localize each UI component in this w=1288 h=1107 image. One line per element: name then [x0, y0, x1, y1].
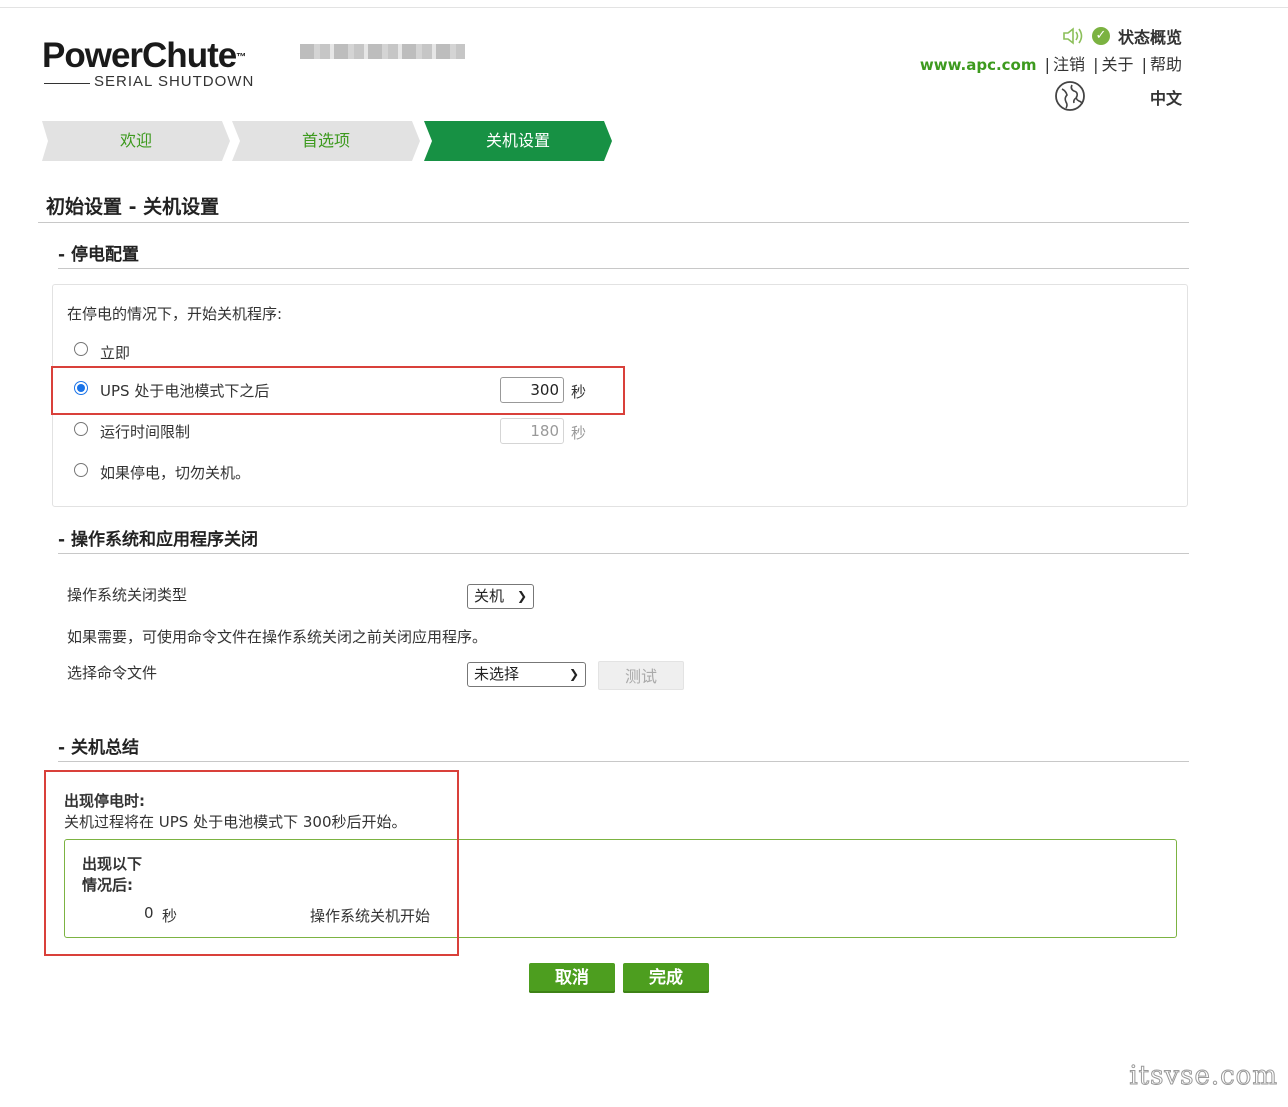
link-separator: | — [1141, 55, 1147, 74]
chevron-down-icon: ❯ — [516, 589, 527, 603]
language-selector[interactable]: 中文 — [1150, 85, 1182, 109]
step-preferences[interactable]: 首选项 — [232, 121, 420, 161]
help-link[interactable]: 帮助 — [1150, 55, 1182, 74]
status-ok-icon: ✓ — [1091, 27, 1110, 45]
command-file-note: 如果需要，可使用命令文件在操作系统关闭之前关闭应用程序。 — [67, 628, 488, 646]
radio-never-shutdown-label[interactable]: 如果停电，切勿关机。 — [100, 462, 250, 483]
blurred-hostname — [300, 44, 465, 59]
os-shutdown-type-select[interactable]: 关机 ❯ — [467, 584, 534, 609]
link-separator: | — [1093, 55, 1099, 74]
highlight-box — [44, 770, 459, 956]
shutdown-summary-heading[interactable]: - 关机总结 — [58, 733, 139, 758]
logo-rule — [44, 83, 90, 84]
cancel-button[interactable]: 取消 — [529, 963, 615, 993]
wizard-steps: 欢迎 首选项 关机设置 — [42, 121, 642, 161]
radio-immediately-label[interactable]: 立即 — [100, 342, 130, 363]
speaker-icon[interactable] — [1062, 26, 1084, 46]
status-overview[interactable]: ✓ 状态概览 — [1062, 24, 1182, 48]
runtime-limit-seconds-unit: 秒 — [571, 424, 587, 442]
command-file-select[interactable]: 未选择 ❯ — [467, 662, 586, 687]
title-divider — [38, 222, 1189, 223]
logo-trademark: ™ — [236, 52, 246, 63]
top-divider — [0, 7, 1288, 8]
status-overview-label[interactable]: 状态概览 — [1118, 24, 1182, 48]
logout-link[interactable]: 注销 — [1053, 55, 1085, 74]
logo-main-text: PowerChute — [42, 36, 237, 75]
header-links: www.apc.com | 注销 | 关于 | 帮助 — [920, 51, 1182, 75]
section-divider — [58, 761, 1189, 762]
command-file-value: 未选择 — [474, 665, 520, 683]
os-shutdown-heading[interactable]: - 操作系统和应用程序关闭 — [58, 525, 258, 550]
radio-runtime-limit[interactable] — [74, 422, 88, 436]
step-shutdown-settings[interactable]: 关机设置 — [424, 121, 612, 161]
powerchute-logo: PowerChute™ SERIAL SHUTDOWN — [42, 36, 253, 91]
watermark: itsvse.com — [1129, 1061, 1278, 1092]
page-title: 初始设置 - 关机设置 — [46, 196, 220, 218]
outage-prompt: 在停电的情况下，开始关机程序: — [67, 305, 283, 323]
section-divider — [58, 268, 1189, 269]
step-welcome[interactable]: 欢迎 — [42, 121, 230, 161]
link-separator: | — [1044, 55, 1050, 74]
radio-never-shutdown[interactable] — [74, 463, 88, 477]
globe-icon[interactable] — [1054, 80, 1086, 112]
radio-immediately[interactable] — [74, 342, 88, 356]
radio-runtime-limit-label[interactable]: 运行时间限制 — [100, 421, 190, 442]
command-file-label: 选择命令文件 — [67, 664, 158, 682]
section-divider — [58, 553, 1189, 554]
about-link[interactable]: 关于 — [1101, 55, 1133, 74]
chevron-down-icon: ❯ — [568, 667, 579, 681]
logo-subtitle: SERIAL SHUTDOWN — [94, 73, 255, 90]
finish-button[interactable]: 完成 — [623, 963, 709, 993]
highlight-box — [51, 366, 625, 415]
apc-link[interactable]: www.apc.com — [920, 56, 1037, 74]
runtime-limit-seconds-input[interactable] — [500, 418, 564, 444]
power-outage-heading[interactable]: - 停电配置 — [58, 240, 139, 265]
test-button[interactable]: 测试 — [598, 661, 684, 690]
os-shutdown-type-label: 操作系统关闭类型 — [67, 586, 188, 604]
os-shutdown-type-value: 关机 — [474, 587, 505, 605]
